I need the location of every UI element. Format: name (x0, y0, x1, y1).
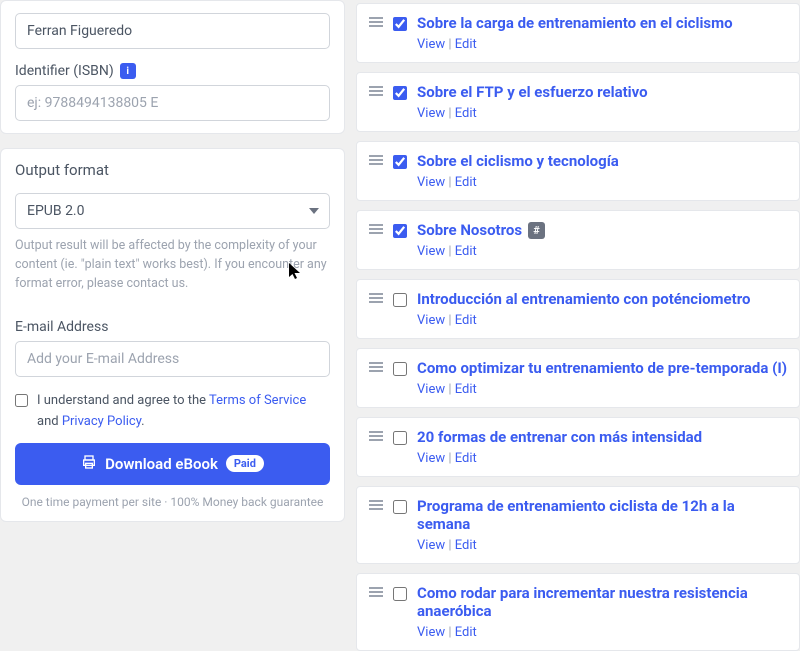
drag-handle-icon[interactable] (369, 497, 383, 510)
agree-row: I understand and agree to the Terms of S… (15, 391, 330, 433)
list-item: Como rodar para incrementar nuestra resi… (356, 573, 800, 651)
item-checkbox[interactable] (393, 86, 407, 100)
items-list: Sobre la carga de entrenamiento en el ci… (356, 0, 800, 530)
drag-handle-icon[interactable] (369, 83, 383, 96)
list-item: Como optimizar tu entrenamiento de pre-t… (356, 348, 800, 408)
edit-link[interactable]: Edit (455, 625, 477, 640)
agree-checkbox[interactable] (15, 394, 28, 407)
list-item: 20 formas de entrenar con más intensidad… (356, 417, 800, 477)
item-title[interactable]: Programa de entrenamiento ciclista de 12… (417, 497, 787, 533)
view-link[interactable]: View (417, 313, 445, 328)
item-title[interactable]: 20 formas de entrenar con más intensidad (417, 428, 787, 446)
drag-handle-icon[interactable] (369, 221, 383, 234)
item-title[interactable]: Como optimizar tu entrenamiento de pre-t… (417, 359, 787, 377)
drag-handle-icon[interactable] (369, 14, 383, 27)
list-item: Sobre el ciclismo y tecnologíaView | Edi… (356, 141, 800, 201)
isbn-label: Identifier (ISBN) i (15, 63, 330, 79)
item-checkbox[interactable] (393, 500, 407, 514)
edit-link[interactable]: Edit (455, 175, 477, 190)
list-item: Sobre la carga de entrenamiento en el ci… (356, 3, 800, 63)
item-checkbox[interactable] (393, 155, 407, 169)
privacy-link[interactable]: Privacy Policy (62, 414, 141, 429)
drag-handle-icon[interactable] (369, 359, 383, 372)
payment-note: One time payment per site · 100% Money b… (15, 495, 330, 509)
email-label: E-mail Address (15, 319, 330, 335)
item-title[interactable]: Sobre el ciclismo y tecnología (417, 152, 787, 170)
download-button[interactable]: Download eBook Paid (15, 443, 330, 485)
output-format-heading: Output format (15, 161, 330, 179)
view-link[interactable]: View (417, 451, 445, 466)
edit-link[interactable]: Edit (455, 313, 477, 328)
print-icon (81, 454, 97, 474)
view-link[interactable]: View (417, 244, 445, 259)
view-link[interactable]: View (417, 175, 445, 190)
email-input[interactable] (15, 341, 330, 377)
item-checkbox[interactable] (393, 587, 407, 601)
item-checkbox[interactable] (393, 362, 407, 376)
item-title[interactable]: Sobre el FTP y el esfuerzo relativo (417, 83, 787, 101)
item-title[interactable]: Sobre la carga de entrenamiento en el ci… (417, 14, 787, 32)
view-link[interactable]: View (417, 538, 445, 553)
edit-link[interactable]: Edit (455, 106, 477, 121)
list-item: Introducción al entrenamiento con poténc… (356, 279, 800, 339)
info-icon[interactable]: i (120, 63, 136, 79)
paid-badge: Paid (226, 455, 264, 472)
edit-link[interactable]: Edit (455, 451, 477, 466)
drag-handle-icon[interactable] (369, 290, 383, 303)
tos-link[interactable]: Terms of Service (209, 393, 306, 408)
edit-link[interactable]: Edit (455, 37, 477, 52)
list-item: Programa de entrenamiento ciclista de 12… (356, 486, 800, 564)
list-item: Sobre Nosotros #View | Edit (356, 210, 800, 270)
edit-link[interactable]: Edit (455, 538, 477, 553)
format-hint: Output result will be affected by the co… (15, 237, 330, 293)
view-link[interactable]: View (417, 625, 445, 640)
item-checkbox[interactable] (393, 17, 407, 31)
output-card: Output format EPUB 2.0 Output result wil… (0, 148, 345, 522)
drag-handle-icon[interactable] (369, 584, 383, 597)
drag-handle-icon[interactable] (369, 428, 383, 441)
view-link[interactable]: View (417, 382, 445, 397)
format-select[interactable]: EPUB 2.0 (15, 193, 330, 229)
metadata-card: Identifier (ISBN) i (0, 0, 345, 134)
edit-link[interactable]: Edit (455, 244, 477, 259)
item-checkbox[interactable] (393, 431, 407, 445)
list-item: Sobre el FTP y el esfuerzo relativoView … (356, 72, 800, 132)
item-checkbox[interactable] (393, 293, 407, 307)
drag-handle-icon[interactable] (369, 152, 383, 165)
item-checkbox[interactable] (393, 224, 407, 238)
view-link[interactable]: View (417, 37, 445, 52)
view-link[interactable]: View (417, 106, 445, 121)
isbn-input[interactable] (15, 85, 330, 121)
item-title[interactable]: Introducción al entrenamiento con poténc… (417, 290, 787, 308)
item-title[interactable]: Como rodar para incrementar nuestra resi… (417, 584, 787, 620)
edit-link[interactable]: Edit (455, 382, 477, 397)
item-title[interactable]: Sobre Nosotros # (417, 221, 787, 239)
author-input[interactable] (15, 13, 330, 49)
hash-icon: # (528, 222, 545, 239)
